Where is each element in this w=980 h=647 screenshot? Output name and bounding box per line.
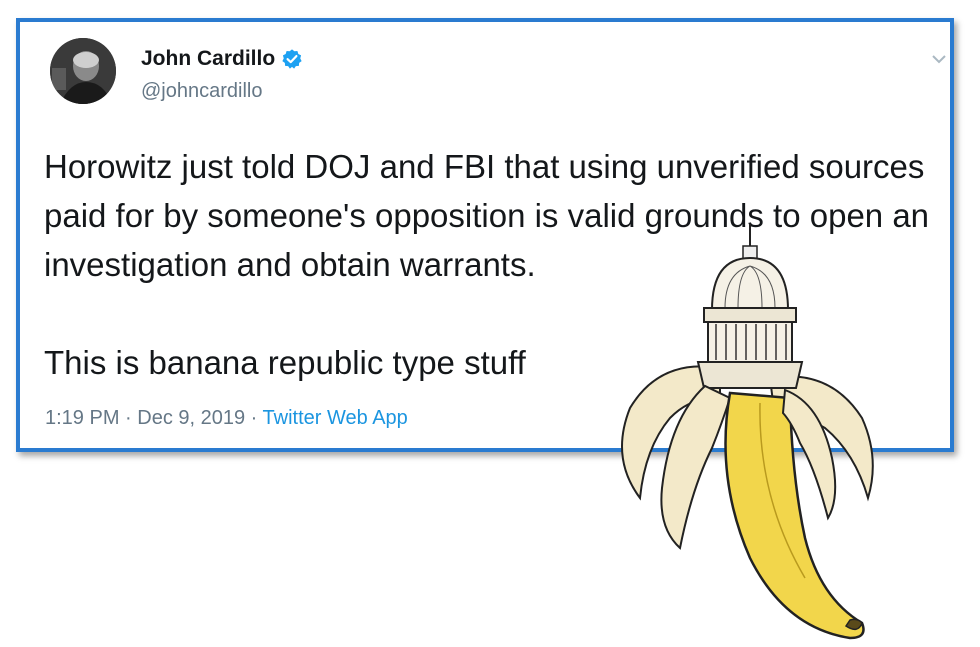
meta-separator: · (119, 407, 138, 429)
meta-separator: · (245, 407, 263, 429)
verified-badge-icon (282, 49, 302, 69)
banana-capitol-illustration (621, 224, 874, 640)
tweet-date[interactable]: Dec 9, 2019 (137, 407, 245, 429)
name-row: John Cardillo (141, 47, 303, 71)
display-name[interactable]: John Cardillo (141, 47, 275, 71)
tweet-meta: 1:19 PM · Dec 9, 2019 · Twitter Web App (45, 407, 408, 430)
capitol-dome-icon (696, 224, 804, 389)
avatar[interactable] (50, 38, 116, 104)
user-handle[interactable]: @johncardillo (141, 80, 262, 103)
tweet-time[interactable]: 1:19 PM (45, 407, 119, 429)
chevron-down-icon[interactable] (932, 54, 946, 64)
tweet-source-link[interactable]: Twitter Web App (263, 407, 408, 429)
